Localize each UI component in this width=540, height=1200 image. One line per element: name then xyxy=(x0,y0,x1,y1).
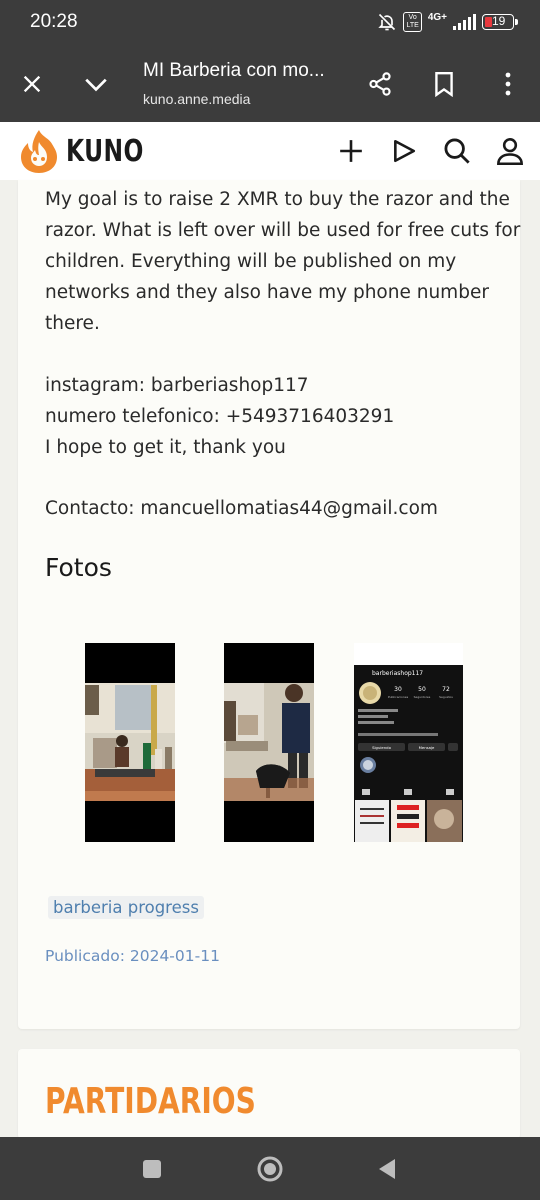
plus-icon xyxy=(340,140,362,162)
close-icon xyxy=(23,75,41,93)
share-button[interactable] xyxy=(360,64,400,104)
page-title[interactable]: MI Barberia con mo... xyxy=(143,60,325,82)
photo-thumbnail[interactable] xyxy=(85,643,175,842)
signal-icon xyxy=(453,14,476,30)
supporters-card: PARTIDARIOS xyxy=(18,1049,520,1139)
share-icon xyxy=(369,72,391,96)
published-date: Publicado: 2024-01-11 xyxy=(45,947,220,965)
volte-bottom: LTE xyxy=(406,22,419,29)
description-line: children. Everything will be published o… xyxy=(45,251,457,272)
ig-following-button: Siguiendo xyxy=(372,745,391,750)
article-contact-info: instagram: barberiashop117 numero telefo… xyxy=(45,370,394,463)
network-type: 4G+ xyxy=(427,11,447,23)
bookmark-icon xyxy=(435,71,453,97)
tag-link[interactable]: barberia progress xyxy=(48,896,204,919)
play-icon xyxy=(394,139,416,163)
battery-level: 19 xyxy=(492,14,506,28)
description-line: My goal is to raise 2 XMR to buy the raz… xyxy=(45,189,510,210)
more-button[interactable] xyxy=(488,64,528,104)
flame-logo-icon xyxy=(21,130,57,173)
description-line: razor. What is left over will be used fo… xyxy=(45,220,521,241)
instagram-text: instagram: barberiashop117 xyxy=(45,375,309,396)
more-vert-icon xyxy=(505,72,511,96)
contact-email-text: Contacto: mancuellomatias44@gmail.com xyxy=(45,498,438,519)
article-card: My goal is to raise 2 XMR to buy the raz… xyxy=(18,180,520,1029)
add-button[interactable] xyxy=(332,132,370,170)
phone-text: numero telefonico: +5493716403291 xyxy=(45,406,395,427)
recents-icon xyxy=(143,1160,161,1178)
photos-heading: Fotos xyxy=(45,553,112,582)
back-button[interactable] xyxy=(369,1151,405,1187)
back-icon xyxy=(379,1159,395,1179)
collapse-button[interactable] xyxy=(76,64,116,104)
status-time: 20:28 xyxy=(30,11,78,32)
bookmark-button[interactable] xyxy=(424,64,464,104)
barbershop-photo-1 xyxy=(85,643,175,842)
description-line: there. xyxy=(45,313,100,334)
system-nav-bar xyxy=(0,1137,540,1200)
home-icon xyxy=(257,1156,283,1182)
browser-toolbar: MI Barberia con mo... kuno.anne.media xyxy=(0,46,540,122)
published-value: 2024-01-11 xyxy=(129,947,220,965)
ig-username: barberiashop117 xyxy=(372,670,423,677)
supporters-heading: PARTIDARIOS xyxy=(45,1081,256,1122)
ig-stat-value: 30 xyxy=(394,686,402,693)
battery-fill xyxy=(485,17,492,27)
account-button[interactable] xyxy=(491,132,529,170)
site-header: KUNO xyxy=(0,122,540,180)
page-url[interactable]: kuno.anne.media xyxy=(143,91,250,107)
chevron-down-icon xyxy=(85,78,107,92)
contact-email: Contacto: mancuellomatias44@gmail.com xyxy=(45,493,438,524)
ig-stat-value: 50 xyxy=(418,686,426,693)
volte-top: Vo xyxy=(408,14,417,21)
ig-stat-label: Publicaciones xyxy=(388,695,409,699)
battery-icon: 19 xyxy=(482,14,518,30)
search-icon xyxy=(444,138,470,164)
close-button[interactable] xyxy=(12,64,52,104)
notifications-off-icon xyxy=(378,13,396,31)
recents-button[interactable] xyxy=(134,1151,170,1187)
search-button[interactable] xyxy=(438,132,476,170)
published-label: Publicado: xyxy=(45,947,125,965)
description-line: networks and they also have my phone num… xyxy=(45,282,489,303)
status-icons: Vo LTE 4G+ 19 xyxy=(377,11,518,32)
barbershop-photo-2 xyxy=(224,643,314,842)
home-button[interactable] xyxy=(252,1151,288,1187)
instagram-screenshot[interactable]: barberiashop117 30 Publicaciones 50 Segu… xyxy=(354,643,463,842)
play-button[interactable] xyxy=(385,132,423,170)
status-bar: 20:28 Vo LTE 4G+ 19 xyxy=(0,0,540,46)
volte-icon: Vo LTE xyxy=(403,12,422,32)
instagram-profile-image: barberiashop117 30 Publicaciones 50 Segu… xyxy=(354,643,463,842)
logo-text: KUNO xyxy=(66,133,144,169)
closing-text: I hope to get it, thank you xyxy=(45,437,286,458)
ig-stat-label: Seguidores xyxy=(414,695,431,699)
user-icon xyxy=(497,138,523,165)
ig-stat-value: 72 xyxy=(442,686,450,693)
article-description: My goal is to raise 2 XMR to buy the raz… xyxy=(45,184,521,339)
photo-thumbnail[interactable] xyxy=(224,643,314,842)
ig-stat-label: Seguidos xyxy=(439,695,453,699)
ig-message-button: Mensaje xyxy=(419,745,435,750)
site-logo[interactable]: KUNO xyxy=(18,128,166,174)
